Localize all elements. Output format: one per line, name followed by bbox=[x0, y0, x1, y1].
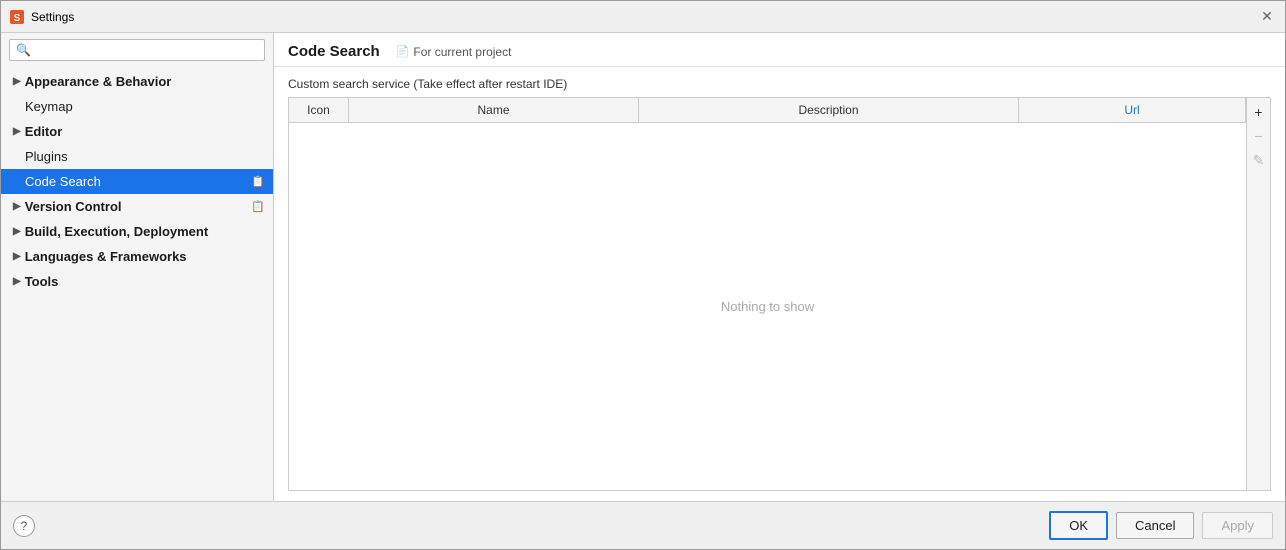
sidebar-item-label: Code Search bbox=[25, 174, 101, 189]
sidebar-item-label: Version Control bbox=[25, 199, 122, 214]
for-current-project-tab[interactable]: 📄 For current project bbox=[396, 45, 512, 59]
main-content: 🔍 ▶ Appearance & Behavior Keymap ▶ Edito… bbox=[1, 33, 1285, 501]
sidebar-item-label: Appearance & Behavior bbox=[25, 74, 172, 89]
chevron-icon: ▶ bbox=[13, 201, 21, 212]
sidebar-badge: 📋 bbox=[251, 200, 265, 213]
sidebar: 🔍 ▶ Appearance & Behavior Keymap ▶ Edito… bbox=[1, 33, 274, 501]
search-box: 🔍 bbox=[9, 39, 265, 61]
panel-title: Code Search bbox=[288, 43, 380, 60]
app-icon: S bbox=[9, 9, 25, 25]
sidebar-item-appearance[interactable]: ▶ Appearance & Behavior bbox=[1, 69, 273, 94]
chevron-icon: ▶ bbox=[13, 276, 21, 287]
add-button[interactable]: + bbox=[1248, 101, 1270, 123]
chevron-icon: ▶ bbox=[13, 126, 21, 137]
col-name: Name bbox=[349, 98, 639, 122]
sidebar-item-plugins[interactable]: Plugins bbox=[1, 144, 273, 169]
sidebar-badge: 📋 bbox=[251, 175, 265, 188]
tab-icon: 📄 bbox=[396, 45, 410, 58]
panel-body: Custom search service (Take effect after… bbox=[274, 67, 1285, 501]
tab-label: For current project bbox=[413, 45, 511, 59]
sidebar-item-label: Keymap bbox=[25, 99, 73, 114]
sidebar-item-keymap[interactable]: Keymap bbox=[1, 94, 273, 119]
ok-button[interactable]: OK bbox=[1049, 511, 1108, 540]
apply-button[interactable]: Apply bbox=[1202, 512, 1273, 539]
help-button[interactable]: ? bbox=[13, 515, 35, 537]
table-main: Icon Name Description Url Nothing to sho… bbox=[289, 98, 1246, 490]
sidebar-item-label: Tools bbox=[25, 274, 59, 289]
help-icon: ? bbox=[21, 519, 28, 533]
search-icon: 🔍 bbox=[16, 43, 31, 57]
sidebar-item-code-search[interactable]: Code Search 📋 bbox=[1, 169, 273, 194]
sidebar-item-languages[interactable]: ▶ Languages & Frameworks bbox=[1, 244, 273, 269]
sidebar-item-label: Plugins bbox=[25, 149, 68, 164]
search-input[interactable] bbox=[35, 43, 258, 57]
empty-message: Nothing to show bbox=[721, 299, 814, 314]
panel-header: Code Search 📄 For current project bbox=[274, 33, 1285, 67]
nav-list: ▶ Appearance & Behavior Keymap ▶ Editor … bbox=[1, 67, 273, 501]
col-description: Description bbox=[639, 98, 1019, 122]
table-body: Nothing to show bbox=[289, 123, 1246, 490]
svg-text:S: S bbox=[14, 13, 21, 24]
right-panel: Code Search 📄 For current project Custom… bbox=[274, 33, 1285, 501]
sidebar-item-editor[interactable]: ▶ Editor bbox=[1, 119, 273, 144]
remove-button[interactable]: − bbox=[1248, 125, 1270, 147]
edit-button[interactable]: ✎ bbox=[1248, 149, 1270, 171]
col-icon: Icon bbox=[289, 98, 349, 122]
sidebar-item-label: Editor bbox=[25, 124, 63, 139]
table-container: Icon Name Description Url Nothing to sho… bbox=[288, 97, 1271, 491]
table-header: Icon Name Description Url bbox=[289, 98, 1246, 123]
chevron-icon: ▶ bbox=[13, 226, 21, 237]
sidebar-item-tools[interactable]: ▶ Tools bbox=[1, 269, 273, 294]
custom-search-label: Custom search service (Take effect after… bbox=[288, 77, 1271, 91]
table-toolbar: + − ✎ bbox=[1246, 98, 1270, 490]
chevron-icon: ▶ bbox=[13, 251, 21, 262]
chevron-icon: ▶ bbox=[13, 76, 21, 87]
cancel-button[interactable]: Cancel bbox=[1116, 512, 1194, 539]
col-url: Url bbox=[1019, 98, 1246, 122]
close-button[interactable]: ✕ bbox=[1257, 7, 1277, 27]
title-bar: S Settings ✕ bbox=[1, 1, 1285, 33]
sidebar-item-version-control[interactable]: ▶ Version Control 📋 bbox=[1, 194, 273, 219]
sidebar-item-label: Languages & Frameworks bbox=[25, 249, 187, 264]
settings-window: S Settings ✕ 🔍 ▶ Appearance & Behavior K… bbox=[0, 0, 1286, 550]
window-title: Settings bbox=[31, 10, 1257, 24]
sidebar-item-build[interactable]: ▶ Build, Execution, Deployment bbox=[1, 219, 273, 244]
sidebar-item-label: Build, Execution, Deployment bbox=[25, 224, 208, 239]
bottom-bar: ? OK Cancel Apply bbox=[1, 501, 1285, 549]
